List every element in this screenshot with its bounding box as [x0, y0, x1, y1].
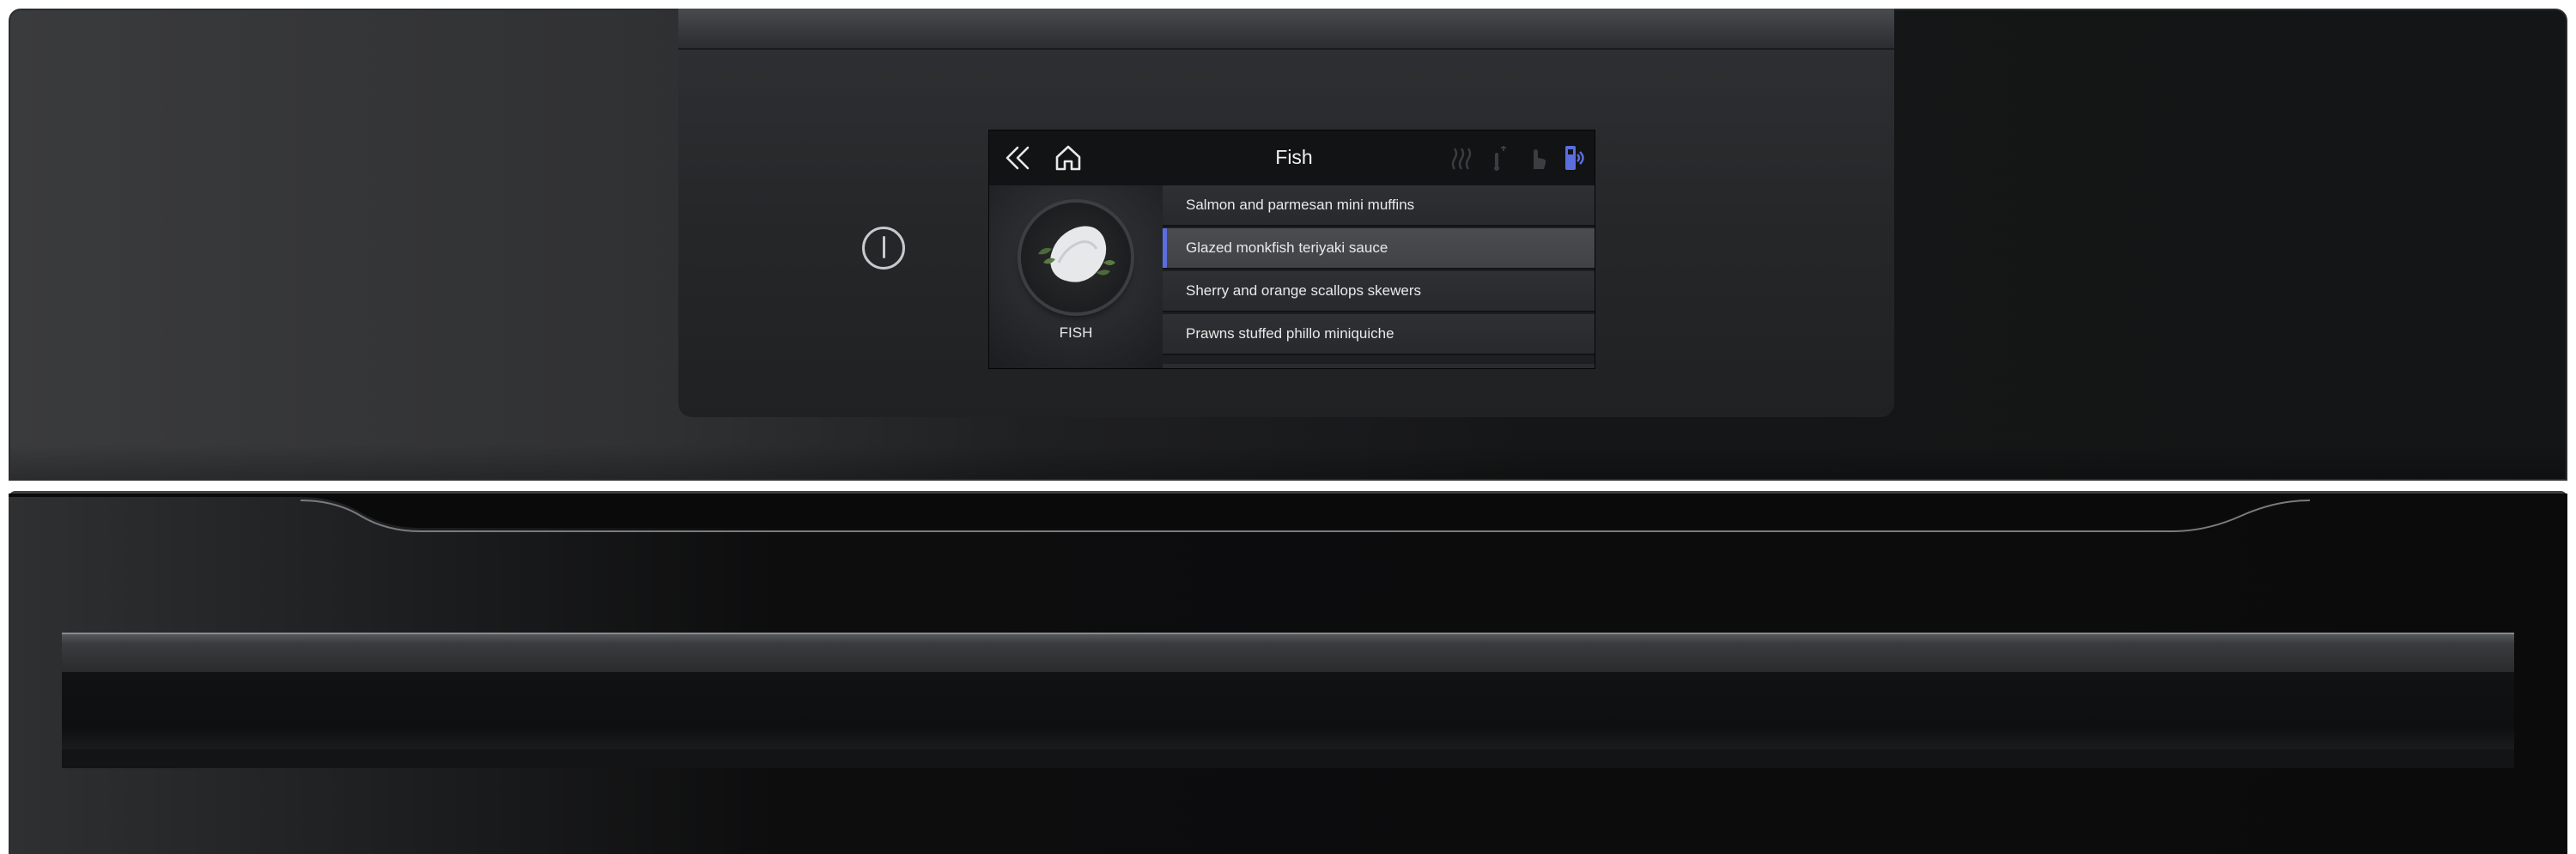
fish-dish-image	[1021, 203, 1131, 312]
control-panel-trim	[678, 9, 1894, 50]
list-item[interactable]: Sherry and orange scallops skewers	[1163, 271, 1595, 312]
back-double-chevron-icon	[1005, 146, 1030, 170]
wifi-connect-icon	[1564, 144, 1586, 172]
list-item[interactable]: Glazed monkfish teriyaki sauce	[1163, 228, 1595, 270]
fish-fillet-illustration	[1038, 226, 1115, 282]
recipe-list: Salmon and parmesan mini muffins Glazed …	[1163, 185, 1595, 368]
status-icons	[1450, 142, 1586, 173]
touch-display: Fish FISH Salmon and parmesan mini muffi…	[988, 130, 1595, 369]
list-scroll-edge	[1163, 364, 1595, 368]
home-icon	[1055, 145, 1081, 171]
display-header: Fish	[989, 130, 1595, 185]
touch-hand-icon	[1526, 144, 1548, 172]
door-handle[interactable]	[62, 633, 2514, 672]
power-icon	[882, 236, 885, 258]
recipe-label: Glazed monkfish teriyaki sauce	[1186, 239, 1388, 256]
temperature-probe-icon	[1488, 144, 1510, 172]
recipe-label: Salmon and parmesan mini muffins	[1186, 197, 1415, 213]
category-image-pane[interactable]: FISH	[989, 185, 1163, 368]
page-title: Fish	[1275, 146, 1313, 168]
back-button[interactable]	[999, 139, 1037, 177]
recipe-label: Prawns stuffed phillo miniquiche	[1186, 325, 1394, 342]
list-item[interactable]: Prawns stuffed phillo miniquiche	[1163, 314, 1595, 355]
oven-appliance: Fish FISH Salmon and parmesan mini muffi…	[0, 0, 2576, 854]
power-button[interactable]	[862, 227, 905, 270]
recipe-label: Sherry and orange scallops skewers	[1186, 282, 1422, 299]
door-handle-lip	[62, 749, 2514, 768]
oven-door	[9, 491, 2567, 854]
door-handle-recess	[62, 672, 2514, 749]
home-button[interactable]	[1049, 139, 1087, 177]
door-groove	[9, 494, 2567, 532]
steam-icon	[1450, 144, 1473, 172]
category-label: FISH	[1059, 324, 1093, 341]
list-item[interactable]: Salmon and parmesan mini muffins	[1163, 185, 1595, 227]
